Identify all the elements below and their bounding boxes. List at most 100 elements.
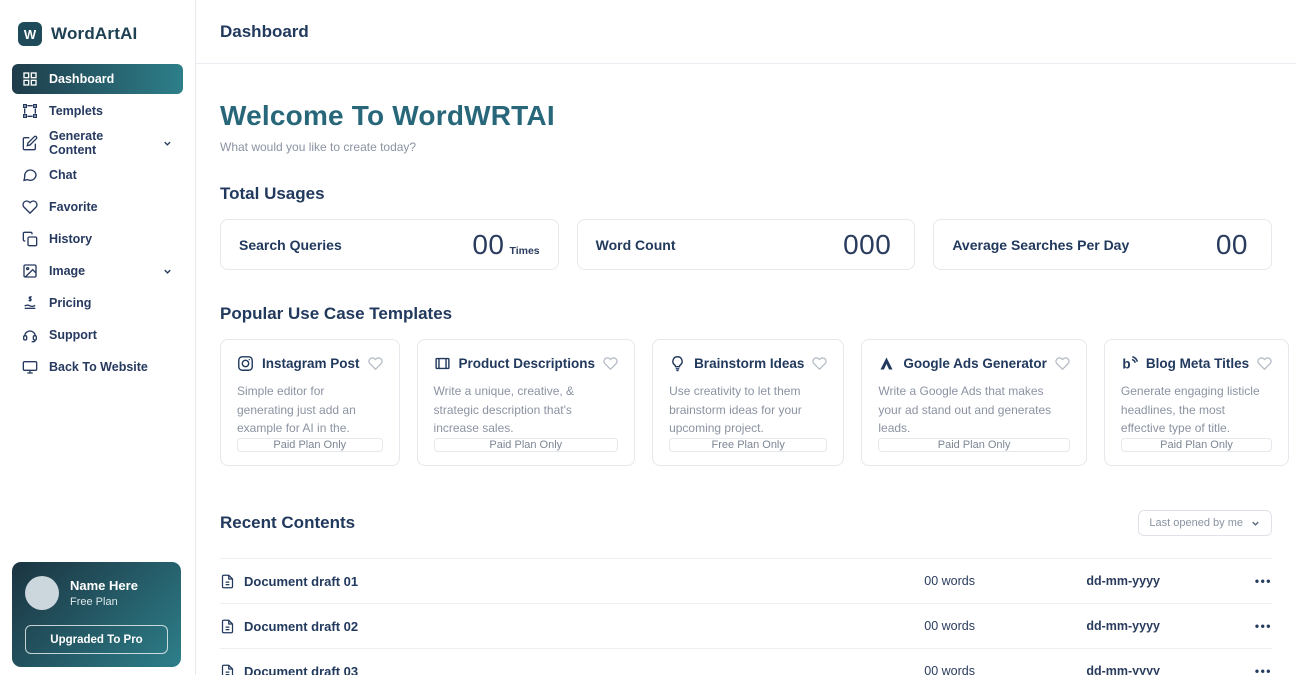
template-card-blog-meta-titles[interactable]: b Blog Meta Titles Generate engaging lis…	[1104, 339, 1289, 466]
hand-dollar-icon	[22, 295, 38, 311]
template-description: Write a unique, creative, & strategic de…	[434, 382, 619, 438]
row-options-menu[interactable]: •••	[1160, 574, 1272, 588]
plan-badge-button[interactable]: Paid Plan Only	[878, 438, 1070, 452]
edit-icon	[22, 135, 38, 151]
dashboard-grid-icon	[22, 71, 38, 87]
monitor-icon	[22, 359, 38, 375]
favorite-heart-icon[interactable]	[603, 356, 618, 371]
templates-heading: Popular Use Case Templates	[220, 304, 1272, 324]
document-icon	[220, 574, 235, 589]
sidebar-item-image[interactable]: Image	[12, 256, 183, 286]
app-logo[interactable]: W WordArtAI	[0, 16, 195, 64]
document-name: Document draft 02	[244, 619, 358, 634]
usage-card-search-queries: Search Queries 00 Times	[220, 219, 559, 270]
heart-icon	[22, 199, 38, 215]
template-card-brainstorm-ideas[interactable]: Brainstorm Ideas Use creativity to let t…	[652, 339, 844, 466]
row-options-menu[interactable]: •••	[1160, 619, 1272, 633]
template-card-instagram-post[interactable]: Instagram Post Simple editor for generat…	[220, 339, 400, 466]
svg-text:b: b	[1122, 356, 1130, 371]
headset-icon	[22, 327, 38, 343]
sidebar-item-favorite[interactable]: Favorite	[12, 192, 183, 222]
template-description: Generate engaging listicle headlines, th…	[1121, 382, 1272, 438]
date-value: dd-mm-yyyy	[975, 574, 1160, 588]
sidebar-item-generate-content[interactable]: Generate Content	[12, 128, 183, 158]
sidebar-item-templets[interactable]: Templets	[12, 96, 183, 126]
template-description: Simple editor for generating just add an…	[237, 382, 383, 438]
copy-icon	[22, 231, 38, 247]
template-title: Product Descriptions	[459, 356, 596, 371]
word-count: 00 words	[865, 619, 975, 633]
plan-badge-button[interactable]: Paid Plan Only	[434, 438, 619, 452]
table-row[interactable]: Document draft 01 00 words dd-mm-yyyy ••…	[220, 558, 1272, 603]
sidebar-item-label: Pricing	[49, 296, 91, 310]
chevron-down-icon	[162, 138, 173, 149]
document-icon	[220, 664, 235, 675]
favorite-heart-icon[interactable]	[1257, 356, 1272, 371]
word-count: 00 words	[865, 664, 975, 675]
product-box-icon	[434, 355, 451, 372]
chevron-down-icon	[1250, 518, 1261, 529]
sidebar-item-support[interactable]: Support	[12, 320, 183, 350]
sidebar-nav: Dashboard Templets Generate Content Chat…	[0, 64, 195, 382]
app-name: WordArtAI	[51, 24, 137, 44]
total-usages-heading: Total Usages	[220, 184, 1272, 204]
template-card-google-ads-generator[interactable]: Google Ads Generator Write a Google Ads …	[861, 339, 1087, 466]
template-description: Use creativity to let them brainstorm id…	[669, 382, 827, 438]
lightbulb-icon	[669, 355, 686, 372]
frame-icon	[22, 103, 38, 119]
template-title: Instagram Post	[262, 356, 360, 371]
document-name: Document draft 03	[244, 664, 358, 675]
recent-contents-heading: Recent Contents	[220, 513, 355, 533]
avatar	[25, 576, 59, 610]
sidebar-item-chat[interactable]: Chat	[12, 160, 183, 190]
filter-label: Last opened by me	[1149, 517, 1243, 529]
favorite-heart-icon[interactable]	[1055, 356, 1070, 371]
welcome-heading: Welcome To WordWRTAI	[220, 100, 1272, 132]
welcome-subtitle: What would you like to create today?	[220, 140, 1272, 154]
usage-unit: Times	[509, 245, 539, 257]
template-title: Blog Meta Titles	[1146, 356, 1249, 371]
instagram-icon	[237, 355, 254, 372]
sidebar-item-pricing[interactable]: Pricing	[12, 288, 183, 318]
table-row[interactable]: Document draft 03 00 words dd-mm-yyyy ••…	[220, 648, 1272, 675]
usage-card-average-searches: Average Searches Per Day 00	[933, 219, 1272, 270]
blog-signal-icon: b	[1121, 355, 1138, 372]
usage-card-word-count: Word Count 000	[577, 219, 916, 270]
sidebar-item-label: Chat	[49, 168, 77, 182]
plan-badge-button[interactable]: Paid Plan Only	[1121, 438, 1272, 452]
sidebar-item-history[interactable]: History	[12, 224, 183, 254]
upgrade-to-pro-button[interactable]: Upgraded To Pro	[25, 625, 168, 654]
usage-label: Word Count	[596, 237, 676, 253]
sidebar-item-dashboard[interactable]: Dashboard	[12, 64, 183, 94]
usage-label: Average Searches Per Day	[952, 237, 1129, 253]
main-area: Dashboard Welcome To WordWRTAI What woul…	[196, 0, 1296, 675]
sidebar-item-label: History	[49, 232, 92, 246]
image-icon	[22, 263, 38, 279]
sidebar-item-label: Support	[49, 328, 97, 342]
usage-value: 00	[472, 229, 504, 261]
favorite-heart-icon[interactable]	[368, 356, 383, 371]
usage-cards: Search Queries 00 Times Word Count 000 A…	[220, 219, 1272, 270]
template-card-product-descriptions[interactable]: Product Descriptions Write a unique, cre…	[417, 339, 636, 466]
sidebar-item-label: Generate Content	[49, 129, 151, 157]
word-count: 00 words	[865, 574, 975, 588]
document-icon	[220, 619, 235, 634]
template-title: Brainstorm Ideas	[694, 356, 804, 371]
usage-value: 000	[843, 229, 891, 261]
date-value: dd-mm-yyyy	[975, 664, 1160, 675]
plan-badge-button[interactable]: Free Plan Only	[669, 438, 827, 452]
usage-label: Search Queries	[239, 237, 342, 253]
row-options-menu[interactable]: •••	[1160, 664, 1272, 675]
chat-bubble-icon	[22, 167, 38, 183]
google-ads-icon	[878, 355, 895, 372]
user-profile-card: Name Here Free Plan Upgraded To Pro	[12, 562, 181, 667]
last-opened-filter-dropdown[interactable]: Last opened by me	[1138, 510, 1272, 536]
date-value: dd-mm-yyyy	[975, 619, 1160, 633]
dashboard-content: Welcome To WordWRTAI What would you like…	[196, 64, 1296, 675]
table-row[interactable]: Document draft 02 00 words dd-mm-yyyy ••…	[220, 603, 1272, 648]
sidebar-item-label: Back To Website	[49, 360, 148, 374]
favorite-heart-icon[interactable]	[812, 356, 827, 371]
plan-badge-button[interactable]: Paid Plan Only	[237, 438, 383, 452]
sidebar-item-label: Image	[49, 264, 85, 278]
sidebar-item-back-to-website[interactable]: Back To Website	[12, 352, 183, 382]
